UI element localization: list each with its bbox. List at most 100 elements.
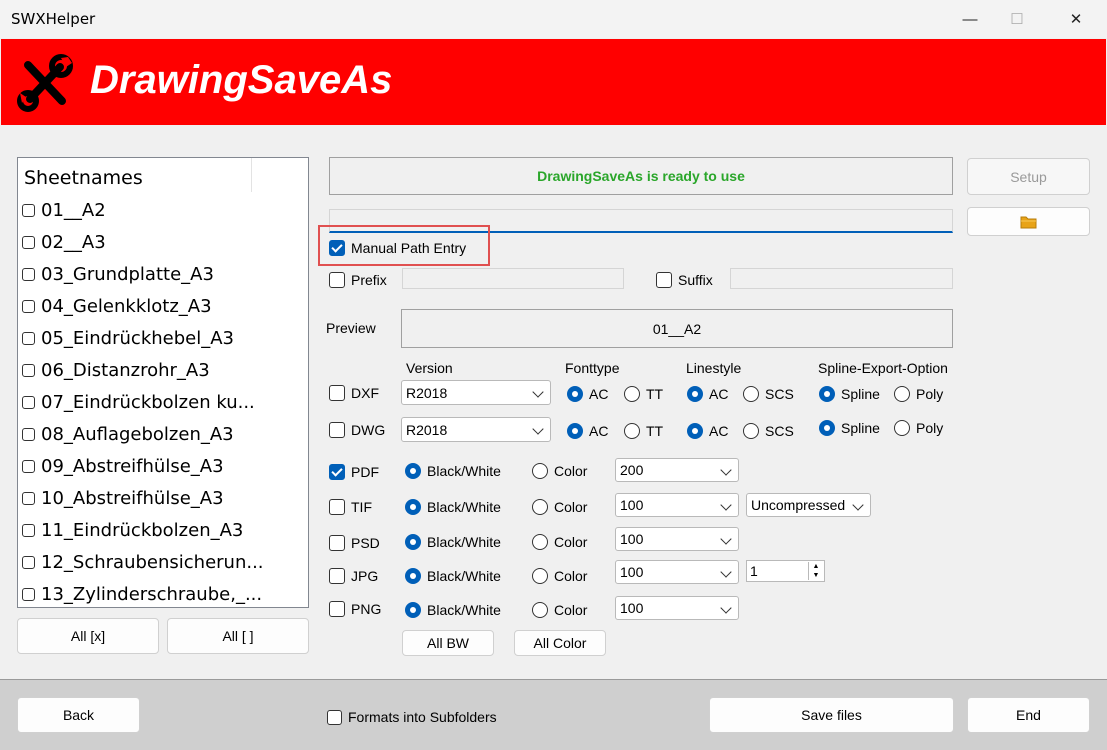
suffix-input[interactable] <box>730 268 953 289</box>
dxf-line-scs[interactable]: SCS <box>743 386 794 402</box>
radio-selected[interactable] <box>567 386 583 402</box>
subfolders-checkbox[interactable] <box>327 709 342 725</box>
back-button[interactable]: Back <box>17 697 140 733</box>
select-all-button[interactable]: All [x] <box>17 618 159 654</box>
sheet-item[interactable]: 11_Eindrückbolzen_A3 <box>22 515 243 545</box>
minimize-button[interactable]: — <box>947 0 993 38</box>
jpg-color-option[interactable]: Color <box>532 568 587 584</box>
dwg-toggle[interactable]: DWG <box>329 422 385 438</box>
tif-bw-option[interactable]: Black/White <box>405 499 501 515</box>
png-toggle[interactable]: PNG <box>329 601 381 617</box>
radio-selected[interactable] <box>567 423 583 439</box>
tif-checkbox[interactable] <box>329 499 345 515</box>
radio-selected[interactable] <box>687 423 703 439</box>
dxf-line-ac[interactable]: AC <box>687 386 728 402</box>
radio-selected[interactable] <box>687 386 703 402</box>
pdf-checkbox[interactable] <box>329 464 345 480</box>
jpg-checkbox[interactable] <box>329 568 345 584</box>
psd-dpi-select[interactable]: 100 <box>615 527 739 551</box>
sheet-checkbox[interactable] <box>22 299 35 313</box>
subfolders-toggle[interactable]: Formats into Subfolders <box>327 709 497 725</box>
sheet-item[interactable]: 07_Eindrückbolzen ku... <box>22 387 255 417</box>
end-button[interactable]: End <box>967 697 1090 733</box>
psd-checkbox[interactable] <box>329 535 345 551</box>
jpg-dpi-select[interactable]: 100 <box>615 560 739 584</box>
sheet-checkbox[interactable] <box>22 331 35 345</box>
tif-toggle[interactable]: TIF <box>329 499 372 515</box>
sheet-item[interactable]: 09_Abstreifhülse_A3 <box>22 451 224 481</box>
radio-selected[interactable] <box>405 499 421 515</box>
suffix-checkbox[interactable] <box>656 272 672 288</box>
sheet-item[interactable]: 04_Gelenkklotz_A3 <box>22 291 212 321</box>
radio-selected[interactable] <box>405 463 421 479</box>
dxf-toggle[interactable]: DXF <box>329 385 379 401</box>
prefix-toggle[interactable]: Prefix <box>329 272 387 288</box>
dwg-line-scs[interactable]: SCS <box>743 423 794 439</box>
spinner-arrows-icon[interactable]: ▲ ▼ <box>808 562 823 580</box>
suffix-toggle[interactable]: Suffix <box>656 272 713 288</box>
dxf-version-select[interactable]: R2018 <box>401 380 551 405</box>
sheet-item[interactable]: 06_Distanzrohr_A3 <box>22 355 210 385</box>
radio-selected[interactable] <box>819 420 835 436</box>
radio-unselected[interactable] <box>743 423 759 439</box>
maximize-button[interactable]: ☐ <box>994 0 1040 38</box>
tif-dpi-select[interactable]: 100 <box>615 493 739 517</box>
radio-selected[interactable] <box>405 602 421 618</box>
sheet-item[interactable]: 10_Abstreifhülse_A3 <box>22 483 224 513</box>
sheet-checkbox[interactable] <box>22 491 35 505</box>
dxf-font-ac[interactable]: AC <box>567 386 608 402</box>
sheet-item[interactable]: 08_Auflagebolzen_A3 <box>22 419 234 449</box>
pdf-color-option[interactable]: Color <box>532 463 587 479</box>
jpg-quality-spinner[interactable]: 1 ▲ ▼ <box>746 560 825 582</box>
dxf-poly[interactable]: Poly <box>894 386 943 402</box>
dwg-poly[interactable]: Poly <box>894 420 943 436</box>
png-checkbox[interactable] <box>329 601 345 617</box>
sheet-list[interactable]: Sheetnames 01__A2 02__A3 03_Grundplatte_… <box>17 157 309 608</box>
sheet-item[interactable]: 03_Grundplatte_A3 <box>22 259 214 289</box>
radio-unselected[interactable] <box>624 386 640 402</box>
sheet-item[interactable]: 13_Zylinderschraube,_... <box>22 579 262 607</box>
pdf-bw-option[interactable]: Black/White <box>405 463 501 479</box>
radio-unselected[interactable] <box>532 499 548 515</box>
sheet-checkbox[interactable] <box>22 363 35 377</box>
setup-button[interactable]: Setup <box>967 158 1090 195</box>
prefix-checkbox[interactable] <box>329 272 345 288</box>
sheet-checkbox[interactable] <box>22 555 35 569</box>
sheet-checkbox[interactable] <box>22 587 35 601</box>
sheet-checkbox[interactable] <box>22 395 35 409</box>
radio-unselected[interactable] <box>894 386 910 402</box>
dxf-spline[interactable]: Spline <box>819 386 880 402</box>
dwg-checkbox[interactable] <box>329 422 345 438</box>
radio-selected[interactable] <box>405 568 421 584</box>
sheet-checkbox[interactable] <box>22 267 35 281</box>
sheet-item[interactable]: 05_Eindrückhebel_A3 <box>22 323 234 353</box>
radio-unselected[interactable] <box>532 602 548 618</box>
all-bw-button[interactable]: All BW <box>402 630 494 656</box>
pdf-toggle[interactable]: PDF <box>329 464 379 480</box>
all-color-button[interactable]: All Color <box>514 630 606 656</box>
prefix-input[interactable] <box>402 268 624 289</box>
radio-selected[interactable] <box>819 386 835 402</box>
radio-selected[interactable] <box>405 534 421 550</box>
png-color-option[interactable]: Color <box>532 602 587 618</box>
radio-unselected[interactable] <box>743 386 759 402</box>
sheet-item[interactable]: 12_Schraubensicherun... <box>22 547 264 577</box>
select-none-button[interactable]: All [ ] <box>167 618 309 654</box>
png-dpi-select[interactable]: 100 <box>615 596 739 620</box>
jpg-bw-option[interactable]: Black/White <box>405 568 501 584</box>
save-files-button[interactable]: Save files <box>709 697 954 733</box>
radio-unselected[interactable] <box>624 423 640 439</box>
dwg-line-ac[interactable]: AC <box>687 423 728 439</box>
dxf-font-tt[interactable]: TT <box>624 386 663 402</box>
sheet-checkbox[interactable] <box>22 459 35 473</box>
manual-path-toggle[interactable]: Manual Path Entry <box>329 240 466 256</box>
psd-color-option[interactable]: Color <box>532 534 587 550</box>
tif-compression-select[interactable]: Uncompressed <box>746 493 871 517</box>
sheet-checkbox[interactable] <box>22 523 35 537</box>
radio-unselected[interactable] <box>532 534 548 550</box>
dwg-font-ac[interactable]: AC <box>567 423 608 439</box>
sheet-item[interactable]: 01__A2 <box>22 195 106 225</box>
radio-unselected[interactable] <box>532 463 548 479</box>
dwg-version-select[interactable]: R2018 <box>401 417 551 442</box>
tif-color-option[interactable]: Color <box>532 499 587 515</box>
